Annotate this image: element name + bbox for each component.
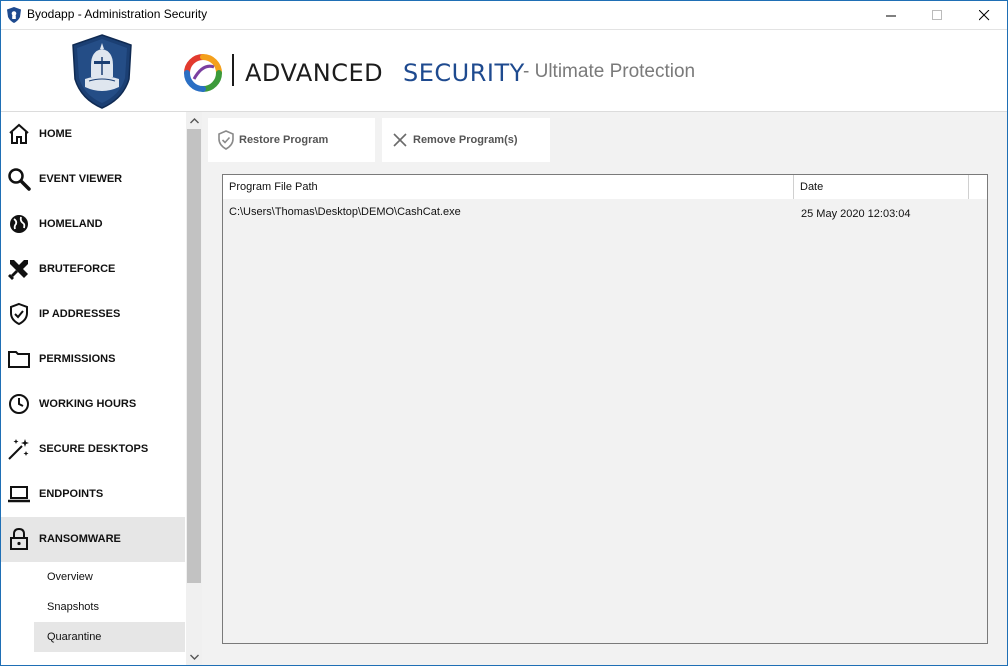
app-header: ADVANCED SECURITY - Ultimate Protection xyxy=(1,30,1007,111)
minimize-button[interactable] xyxy=(868,1,914,29)
sidebar-item-label: EVENT VIEWER xyxy=(39,173,123,185)
lock-icon xyxy=(10,527,28,550)
sidebar-item-permissions[interactable]: PERMISSIONS xyxy=(1,337,185,382)
sidebar-item-label: RANSOMWARE xyxy=(39,533,121,545)
sidebar-subitem-overview[interactable]: Overview xyxy=(34,562,185,592)
laptop-icon xyxy=(8,486,30,503)
clock-icon xyxy=(9,394,29,414)
search-icon xyxy=(8,168,31,191)
sidebar-item-label: HOME xyxy=(39,128,72,140)
maximize-icon xyxy=(931,9,942,20)
window-title: Byodapp - Administration Security xyxy=(27,7,208,21)
sidebar-item-label: SECURE DESKTOPS xyxy=(39,443,149,455)
column-header-label: Date xyxy=(800,181,824,193)
knight-shield-logo xyxy=(72,34,132,109)
sidebar-subitem-label: Snapshots xyxy=(47,601,99,613)
column-header-label: Program File Path xyxy=(229,181,318,193)
brand-name-accent: SECURITY xyxy=(403,59,525,87)
shield-check-icon xyxy=(10,302,28,326)
remove-programs-button[interactable]: Remove Program(s) xyxy=(382,118,550,162)
home-icon xyxy=(9,123,29,144)
magic-wand-icon xyxy=(8,439,29,460)
folder-icon xyxy=(8,351,30,368)
sidebar-subitem-snapshots[interactable]: Snapshots xyxy=(34,592,185,622)
sidebar-subitem-label: Overview xyxy=(47,571,93,583)
brand-swirl-logo xyxy=(184,54,222,92)
sidebar-subitem-label: Quarantine xyxy=(47,631,102,643)
table-header: Program File Path Date xyxy=(223,175,987,199)
minimize-icon xyxy=(885,15,896,16)
restore-program-label: Restore Program xyxy=(239,134,329,146)
sidebar-item-ransomware[interactable]: RANSOMWARE xyxy=(1,517,185,562)
column-header-date[interactable]: Date xyxy=(794,175,969,199)
app-window: Byodapp - Administration Security ADVANC… xyxy=(0,0,1008,666)
sidebar-item-label: PERMISSIONS xyxy=(39,353,116,365)
scroll-down-button[interactable] xyxy=(186,648,202,665)
sidebar-item-label: HOMELAND xyxy=(39,218,103,230)
chevron-up-icon xyxy=(189,117,199,123)
maximize-button[interactable] xyxy=(914,1,960,29)
sidebar-subitem-quarantine[interactable]: Quarantine xyxy=(34,622,185,652)
sidebar-item-label: WORKING HOURS xyxy=(39,398,137,410)
scroll-up-button[interactable] xyxy=(186,112,202,129)
column-header-path[interactable]: Program File Path xyxy=(223,175,794,199)
main-panel: Restore Program Remove Program(s) Progra… xyxy=(202,112,1007,665)
chevron-down-icon xyxy=(189,654,199,660)
sidebar-item-label: BRUTEFORCE xyxy=(39,263,116,275)
brand-divider xyxy=(232,54,234,86)
crossed-swords-icon xyxy=(8,260,28,280)
scroll-thumb[interactable] xyxy=(187,129,201,583)
brand-tagline: - Ultimate Protection xyxy=(523,61,696,82)
sidebar-item-working-hours[interactable]: WORKING HOURS xyxy=(1,382,185,427)
close-button[interactable] xyxy=(961,1,1007,29)
globe-icon xyxy=(10,215,28,233)
sidebar-item-event-viewer[interactable]: EVENT VIEWER xyxy=(1,157,185,202)
close-icon xyxy=(393,133,407,147)
sidebar-item-home[interactable]: HOME xyxy=(1,112,185,157)
title-bar[interactable]: Byodapp - Administration Security xyxy=(1,1,1007,29)
sidebar-item-label: ENDPOINTS xyxy=(39,488,104,500)
restore-program-button[interactable]: Restore Program xyxy=(208,118,375,162)
close-icon xyxy=(978,9,989,20)
sidebar-item-bruteforce[interactable]: BRUTEFORCE xyxy=(1,247,185,292)
sidebar-item-secure-desktops[interactable]: SECURE DESKTOPS xyxy=(1,427,185,472)
remove-programs-label: Remove Program(s) xyxy=(413,134,518,146)
brand-name: ADVANCED xyxy=(245,59,384,87)
table-row[interactable]: C:\Users\Thomas\Desktop\DEMO\CashCat.exe… xyxy=(223,199,987,225)
sidebar: HOME EVENT VIEWER HOMELAND BRUTEFORCE IP… xyxy=(1,112,186,665)
sidebar-item-ip-addresses[interactable]: IP ADDRESSES xyxy=(1,292,185,337)
cell-date: 25 May 2020 12:03:04 xyxy=(801,208,911,220)
quarantine-table[interactable]: Program File Path Date C:\Users\Thomas\D… xyxy=(222,174,988,644)
cell-program-path: C:\Users\Thomas\Desktop\DEMO\CashCat.exe xyxy=(229,206,461,218)
sidebar-item-label: IP ADDRESSES xyxy=(39,308,121,320)
sidebar-item-endpoints[interactable]: ENDPOINTS xyxy=(1,472,185,517)
shield-check-icon xyxy=(218,130,234,150)
sidebar-item-homeland[interactable]: HOMELAND xyxy=(1,202,185,247)
sidebar-scrollbar[interactable] xyxy=(186,112,202,665)
app-shield-icon xyxy=(7,7,21,23)
